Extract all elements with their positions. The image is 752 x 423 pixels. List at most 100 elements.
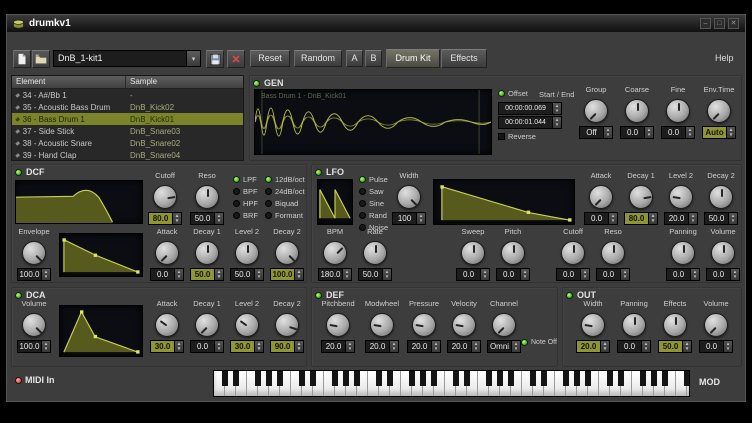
- reset-button[interactable]: Reset: [250, 50, 290, 67]
- radio-pulse[interactable]: Pulse: [359, 175, 388, 184]
- velocity-spinbox[interactable]: 20.0: [447, 340, 481, 353]
- decay2-knob[interactable]: [709, 185, 733, 209]
- def-noteoff-checkbox[interactable]: Note Off: [521, 339, 557, 346]
- width-spinbox[interactable]: 100: [392, 212, 426, 225]
- fine-knob[interactable]: [666, 99, 690, 123]
- effects-knob[interactable]: [663, 313, 687, 337]
- modwheel-knob[interactable]: [370, 313, 394, 337]
- gen-reverse-checkbox[interactable]: Reverse: [498, 132, 536, 141]
- attack-knob[interactable]: [155, 313, 179, 337]
- column-sample[interactable]: Sample: [126, 76, 243, 88]
- pitch-spinbox[interactable]: 0.0: [496, 268, 530, 281]
- decay2-knob[interactable]: [275, 241, 299, 265]
- tab-effects[interactable]: Effects: [441, 49, 487, 68]
- channel-spinbox[interactable]: Omni: [487, 340, 521, 353]
- envelope-knob[interactable]: [22, 241, 46, 265]
- gen-start-spinbox[interactable]: 00:00:00.069: [498, 102, 562, 115]
- decay1-spinbox[interactable]: 80.0: [624, 212, 658, 225]
- reso-knob[interactable]: [195, 185, 219, 209]
- dca-envelope-graph[interactable]: [59, 305, 143, 357]
- bpm-spinbox[interactable]: 180.0: [318, 268, 352, 281]
- modwheel-spinbox[interactable]: 20.0: [365, 340, 399, 353]
- attack-spinbox[interactable]: 0.0: [584, 212, 618, 225]
- cutoff-knob[interactable]: [561, 241, 585, 265]
- radio-12db[interactable]: 12dB/oct: [265, 175, 305, 184]
- decay1-knob[interactable]: [195, 313, 219, 337]
- volume-knob[interactable]: [711, 241, 735, 265]
- velocity-knob[interactable]: [452, 313, 476, 337]
- rate-spinbox[interactable]: 50.0: [358, 268, 392, 281]
- cutoff-spinbox[interactable]: 80.0: [148, 212, 182, 225]
- group-spinbox[interactable]: Off: [579, 126, 613, 139]
- random-button[interactable]: Random: [294, 50, 342, 67]
- pitchbend-spinbox[interactable]: 20.0: [321, 340, 355, 353]
- tab-drum-kit[interactable]: Drum Kit: [386, 49, 440, 68]
- pressure-knob[interactable]: [412, 313, 436, 337]
- radio-biquad[interactable]: Biquad: [265, 199, 305, 208]
- radio-saw[interactable]: Saw: [359, 187, 388, 196]
- width-spinbox[interactable]: 20.0: [576, 340, 610, 353]
- element-row[interactable]: 34 - A#/Bb 1-: [12, 89, 243, 101]
- decay2-spinbox[interactable]: 100.0: [270, 268, 304, 281]
- panning-knob[interactable]: [622, 313, 646, 337]
- volume-spinbox[interactable]: 0.0: [699, 340, 733, 353]
- open-preset-button[interactable]: [32, 50, 50, 68]
- decay1-spinbox[interactable]: 0.0: [190, 340, 224, 353]
- gen-waveform-display[interactable]: Bass Drum 1 - DnB_Kick01: [254, 89, 492, 155]
- sweep-spinbox[interactable]: 0.0: [456, 268, 490, 281]
- width-knob[interactable]: [397, 185, 421, 209]
- delete-preset-button[interactable]: [227, 50, 245, 68]
- group-knob[interactable]: [584, 99, 608, 123]
- attack-knob[interactable]: [589, 185, 613, 209]
- reso-spinbox[interactable]: 50.0: [190, 212, 224, 225]
- close-button[interactable]: [728, 18, 739, 29]
- rate-knob[interactable]: [363, 241, 387, 265]
- channel-knob[interactable]: [492, 313, 516, 337]
- decay1-knob[interactable]: [195, 241, 219, 265]
- preset-a-button[interactable]: A: [346, 50, 363, 67]
- volume-spinbox[interactable]: 0.0: [706, 268, 740, 281]
- level2-spinbox[interactable]: 20.0: [664, 212, 698, 225]
- width-knob[interactable]: [581, 313, 605, 337]
- reso-knob[interactable]: [601, 241, 625, 265]
- decay2-knob[interactable]: [275, 313, 299, 337]
- preset-b-button[interactable]: B: [365, 50, 382, 67]
- level2-knob[interactable]: [235, 241, 259, 265]
- dcf-filter-graph[interactable]: [15, 180, 143, 224]
- attack-spinbox[interactable]: 30.0: [150, 340, 184, 353]
- level2-knob[interactable]: [235, 313, 259, 337]
- envelope-spinbox[interactable]: 100.0: [17, 268, 51, 281]
- lfo-wave-graph[interactable]: [317, 179, 353, 225]
- element-row[interactable]: 35 - Acoustic Bass DrumDnB_Kick02: [12, 101, 243, 113]
- fine-spinbox[interactable]: 0.0: [661, 126, 695, 139]
- volume-knob[interactable]: [22, 313, 46, 337]
- radio-rand[interactable]: Rand: [359, 211, 388, 220]
- level2-spinbox[interactable]: 50.0: [230, 268, 264, 281]
- element-row-selected[interactable]: 36 - Bass Drum 1DnB_Kick01: [12, 113, 243, 125]
- pitch-knob[interactable]: [501, 241, 525, 265]
- gen-offset-checkbox[interactable]: Offset: [498, 89, 528, 98]
- radio-bpf[interactable]: BPF: [233, 187, 258, 196]
- piano-keyboard[interactable]: [213, 370, 690, 397]
- panning-spinbox[interactable]: 0.0: [617, 340, 651, 353]
- panning-spinbox[interactable]: 0.0: [666, 268, 700, 281]
- radio-24db[interactable]: 24dB/oct: [265, 187, 305, 196]
- pressure-spinbox[interactable]: 20.0: [407, 340, 441, 353]
- decay2-spinbox[interactable]: 90.0: [270, 340, 304, 353]
- element-row[interactable]: 37 - Side StickDnB_Snare03: [12, 125, 243, 137]
- radio-sine[interactable]: Sine: [359, 199, 388, 208]
- preset-combobox[interactable]: DnB_1-kit1: [53, 50, 201, 67]
- cutoff-knob[interactable]: [153, 185, 177, 209]
- level2-spinbox[interactable]: 30.0: [230, 340, 264, 353]
- save-preset-button[interactable]: [206, 50, 224, 68]
- panning-knob[interactable]: [671, 241, 695, 265]
- gen-end-spinbox[interactable]: 00:00:01.044: [498, 116, 562, 129]
- effects-spinbox[interactable]: 50.0: [658, 340, 692, 353]
- radio-lpf[interactable]: LPF: [233, 175, 258, 184]
- coarse-spinbox[interactable]: 0.0: [620, 126, 654, 139]
- dcf-envelope-graph[interactable]: [59, 233, 143, 277]
- volume-spinbox[interactable]: 100.0: [17, 340, 51, 353]
- cutoff-spinbox[interactable]: 0.0: [556, 268, 590, 281]
- bpm-knob[interactable]: [323, 241, 347, 265]
- sweep-knob[interactable]: [461, 241, 485, 265]
